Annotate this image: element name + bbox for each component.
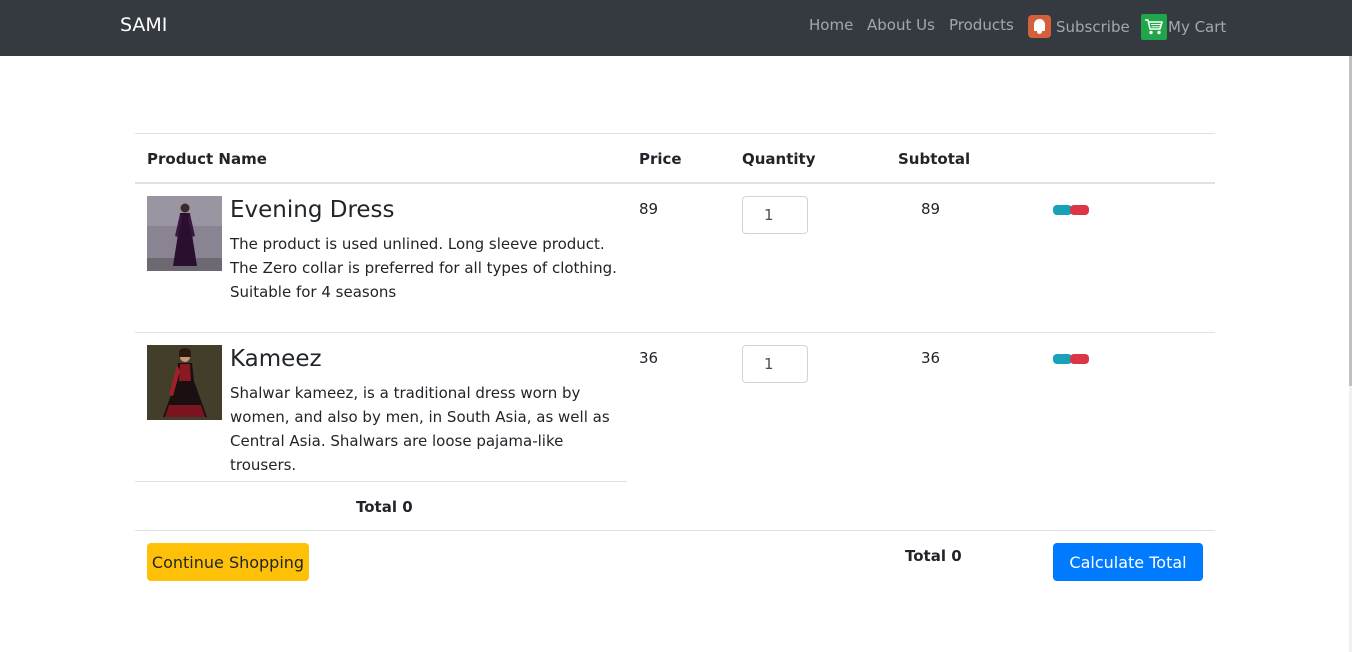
remove-button[interactable] [1070,205,1089,215]
product-name: Evening Dress [230,197,395,223]
table-header-border [135,182,1215,184]
top-navbar: SAMI Home About Us Products Subscribe My… [0,0,1352,56]
header-subtotal: Subtotal [898,150,971,168]
remove-button[interactable] [1070,354,1089,364]
product-image-kameez [147,345,222,420]
total-divider [135,481,627,482]
shopping-cart-icon [1141,14,1167,40]
product-subtotal: 89 [921,200,941,218]
calculate-total-button[interactable]: Calculate Total [1053,543,1203,581]
header-product-name: Product Name [147,150,267,168]
footer-divider [135,530,1215,531]
row-divider [135,332,1215,333]
product-description: Shalwar kameez, is a traditional dress w… [230,384,610,474]
nav-home-link[interactable]: Home [809,16,853,34]
total-label-right: Total 0 [905,547,962,565]
nav-about-link[interactable]: About Us [867,16,935,34]
bell-icon [1028,15,1051,38]
header-price: Price [639,150,682,168]
nav-products-link[interactable]: Products [949,16,1014,34]
total-label-left: Total 0 [356,498,413,516]
product-subtotal: 36 [921,349,941,367]
table-top-border [135,133,1215,134]
nav-cart-link[interactable]: My Cart [1141,14,1226,40]
nav-subscribe-label: Subscribe [1056,17,1130,36]
nav-subscribe-link[interactable]: Subscribe [1028,15,1130,38]
continue-shopping-button[interactable]: Continue Shopping [147,543,309,581]
product-description: The product is used unlined. Long sleeve… [230,235,617,301]
product-name: Kameez [230,346,322,372]
header-quantity: Quantity [742,150,816,168]
product-image-evening-dress [147,196,222,271]
product-price: 89 [639,200,659,218]
quantity-input[interactable] [742,196,808,234]
brand-logo[interactable]: SAMI [120,14,167,36]
quantity-input[interactable] [742,345,808,383]
product-price: 36 [639,349,659,367]
nav-cart-label: My Cart [1168,18,1227,36]
